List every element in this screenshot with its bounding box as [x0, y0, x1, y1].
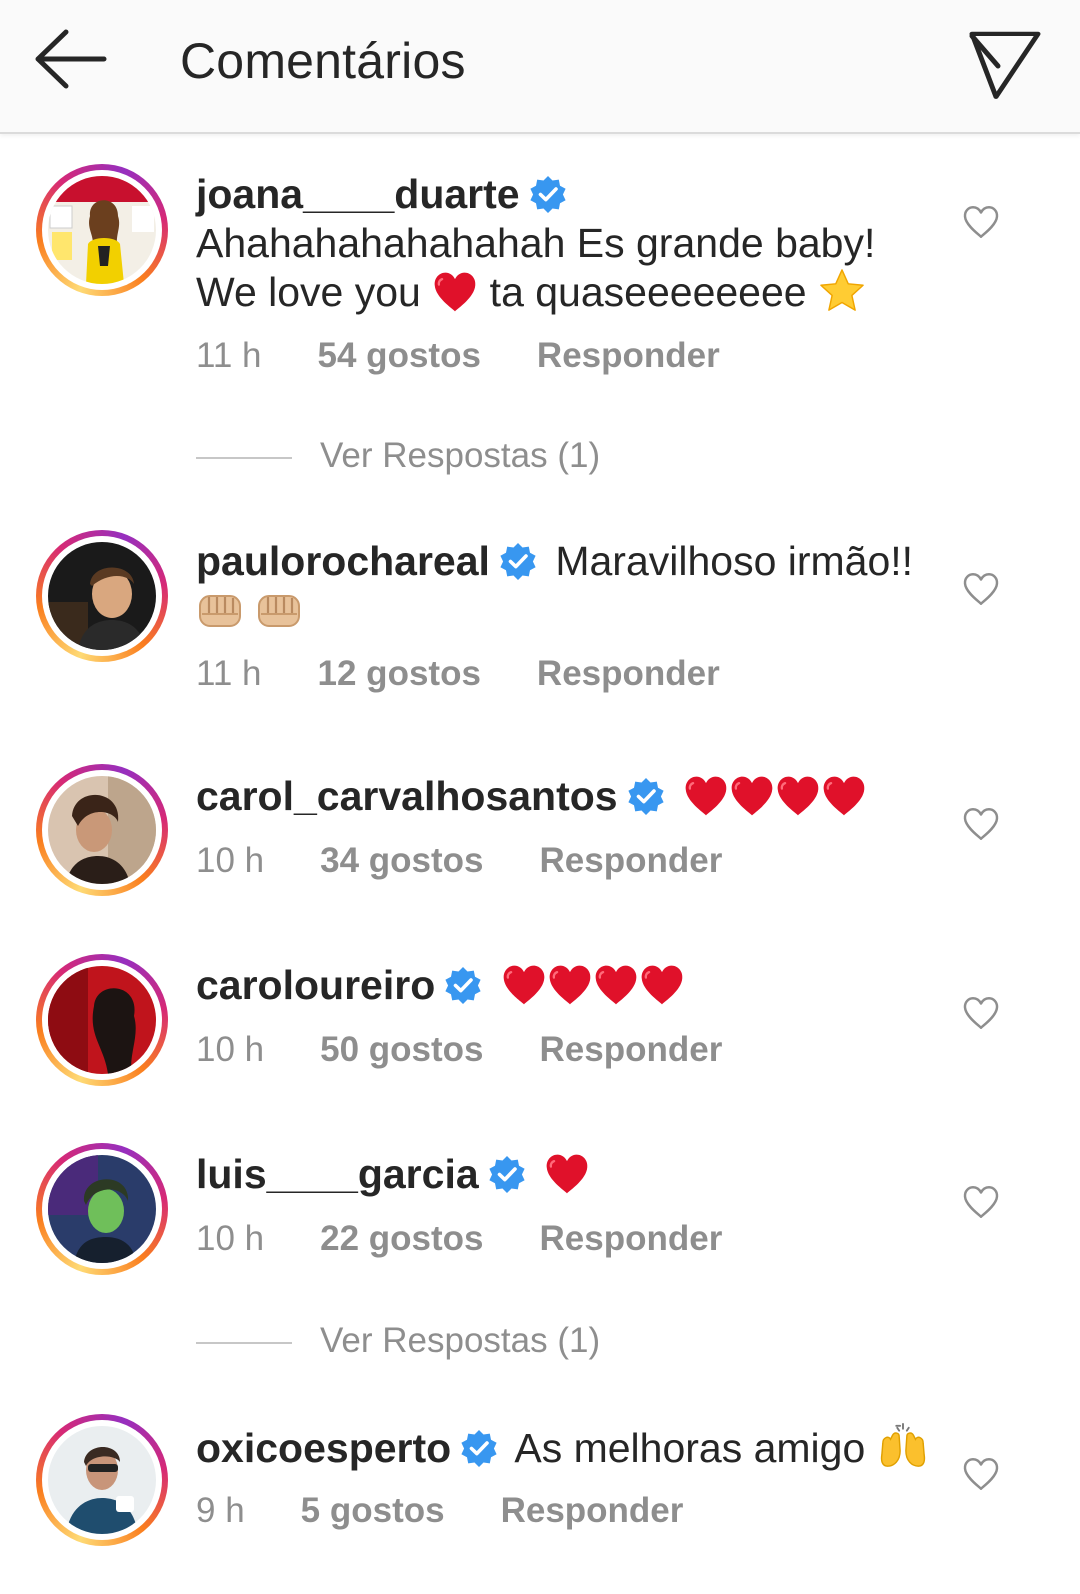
username[interactable]: carol_carvalhosantos	[196, 773, 618, 819]
avatar-image	[48, 966, 156, 1074]
likes-count[interactable]: 50 gostos	[320, 1030, 483, 1070]
like-heart-icon[interactable]	[962, 806, 1000, 842]
avatar-image	[48, 1155, 156, 1263]
avatar-image	[48, 176, 156, 284]
star-icon	[818, 268, 866, 314]
comment-meta: 11 h 12 gostos Responder	[196, 654, 720, 694]
timestamp: 10 h	[196, 1030, 265, 1069]
page-title: Comentários	[180, 33, 466, 89]
red-heart-icon	[501, 963, 547, 1007]
verified-badge-icon	[459, 1428, 499, 1468]
comment-meta: 10 h 50 gostos Responder	[196, 1030, 722, 1070]
view-replies-button[interactable]: Ver Respostas (1)	[196, 436, 600, 476]
share-button[interactable]	[966, 22, 1046, 102]
verified-badge-icon	[487, 1154, 527, 1194]
verified-badge-icon	[498, 541, 538, 581]
username[interactable]: oxicoesperto	[196, 1425, 451, 1471]
username[interactable]: caroloureiro	[196, 962, 435, 1008]
comment-body: As melhoras amigo	[514, 1425, 866, 1471]
fist-icon	[255, 588, 303, 632]
like-heart-icon[interactable]	[962, 1184, 1000, 1220]
red-heart-icon	[729, 774, 775, 818]
comment-meta: 10 h 22 gostos Responder	[196, 1219, 722, 1259]
view-replies-label: Ver Respostas (1)	[320, 436, 601, 475]
timestamp: 11 h	[196, 654, 262, 693]
username[interactable]: luis____garcia	[196, 1151, 479, 1197]
timestamp: 9 h	[196, 1491, 245, 1530]
avatar[interactable]	[36, 764, 168, 896]
like-heart-icon[interactable]	[962, 571, 1000, 607]
timestamp: 10 h	[196, 1219, 265, 1258]
comment-meta: 9 h 5 gostos Responder	[196, 1491, 683, 1531]
likes-count[interactable]: 34 gostos	[320, 841, 483, 881]
red-heart-icon	[544, 1152, 590, 1196]
red-heart-icon	[639, 963, 685, 1007]
red-heart-icon	[547, 963, 593, 1007]
raising-hands-icon	[877, 1422, 929, 1470]
avatar-image	[48, 542, 156, 650]
fist-icon	[196, 588, 244, 632]
likes-count[interactable]: 5 gostos	[301, 1491, 445, 1531]
view-replies-button[interactable]: Ver Respostas (1)	[196, 1321, 600, 1361]
avatar-image	[48, 776, 156, 884]
avatar[interactable]	[36, 954, 168, 1086]
avatar[interactable]	[36, 164, 168, 296]
reply-button[interactable]: Responder	[540, 841, 723, 881]
verified-badge-icon	[626, 776, 666, 816]
back-button[interactable]	[30, 24, 110, 94]
comment-body-continued: ta quaseeeeeeee	[489, 269, 807, 315]
divider-line	[196, 1341, 292, 1344]
reply-button[interactable]: Responder	[537, 336, 720, 376]
comment-text: carol_carvalhosantos	[196, 772, 936, 821]
avatar-image	[48, 1426, 156, 1534]
reply-button[interactable]: Responder	[540, 1219, 723, 1259]
comment-text: joana____duarte Ahahahahahahahah Es gran…	[196, 170, 936, 317]
likes-count[interactable]: 54 gostos	[318, 336, 481, 376]
comment-meta: 11 h 54 gostos Responder	[196, 336, 720, 376]
comment-meta: 10 h 34 gostos Responder	[196, 841, 722, 881]
timestamp: 11 h	[196, 336, 262, 375]
red-heart-icon	[775, 774, 821, 818]
avatar[interactable]	[36, 1414, 168, 1546]
red-heart-icon	[593, 963, 639, 1007]
paper-plane-icon	[969, 31, 1041, 99]
username[interactable]: paulorochareal	[196, 538, 490, 584]
reply-button[interactable]: Responder	[537, 654, 720, 694]
verified-badge-icon	[528, 174, 568, 214]
likes-count[interactable]: 12 gostos	[318, 654, 481, 694]
comment-text: luis____garcia	[196, 1150, 936, 1199]
comment-text: paulorochareal Maravilhoso irmão!!	[196, 537, 936, 635]
comment-body: Maravilhoso irmão!!	[555, 538, 914, 584]
comment-text: caroloureiro	[196, 961, 936, 1010]
verified-badge-icon	[443, 965, 483, 1005]
top-bar: Comentários	[0, 0, 1080, 134]
arrow-left-icon	[35, 29, 107, 89]
reply-button[interactable]: Responder	[501, 1491, 684, 1531]
comment-text: oxicoesperto As melhoras amigo	[196, 1422, 936, 1473]
like-heart-icon[interactable]	[962, 995, 1000, 1031]
view-replies-label: Ver Respostas (1)	[320, 1321, 601, 1360]
avatar[interactable]	[36, 1143, 168, 1275]
like-heart-icon[interactable]	[962, 204, 1000, 240]
red-heart-icon	[821, 774, 867, 818]
red-heart-icon	[683, 774, 729, 818]
timestamp: 10 h	[196, 841, 265, 880]
red-heart-icon	[432, 270, 478, 314]
likes-count[interactable]: 22 gostos	[320, 1219, 483, 1259]
divider-line	[196, 456, 292, 459]
like-heart-icon[interactable]	[962, 1456, 1000, 1492]
reply-button[interactable]: Responder	[540, 1030, 723, 1070]
avatar[interactable]	[36, 530, 168, 662]
username[interactable]: joana____duarte	[196, 171, 520, 217]
